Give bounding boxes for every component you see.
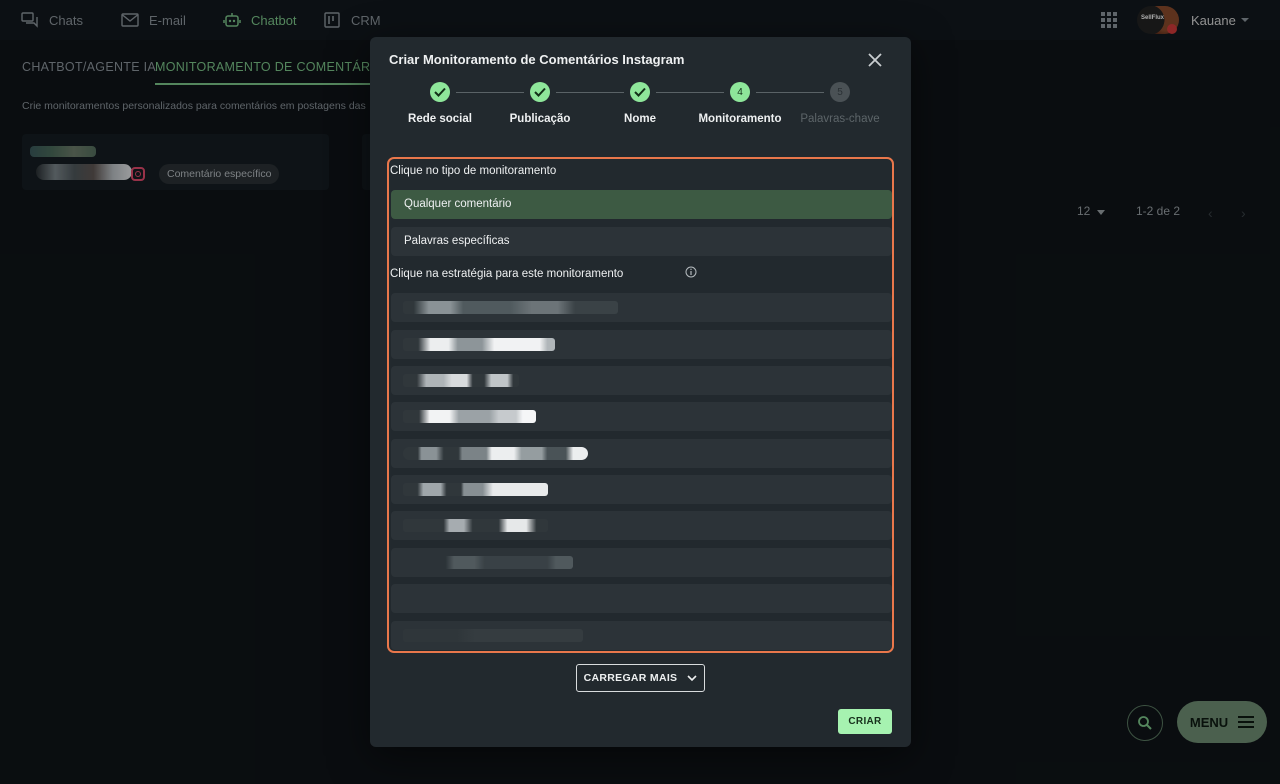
create-button[interactable]: CRIAR (838, 709, 892, 734)
strategy-item[interactable] (391, 293, 892, 322)
option-specific-words[interactable]: Palavras específicas (391, 227, 892, 256)
redacted-text (403, 410, 536, 423)
redacted-text (403, 447, 588, 460)
strategy-item[interactable] (391, 475, 892, 504)
redacted-text (403, 301, 618, 314)
redacted-text (403, 374, 519, 387)
strategy-item[interactable] (391, 330, 892, 359)
strategy-item[interactable] (391, 548, 892, 577)
strategy-item[interactable] (391, 621, 892, 650)
step-label: Palavras-chave (800, 113, 880, 125)
redacted-text (403, 483, 548, 496)
load-more-label: CARREGAR MAIS (583, 672, 678, 684)
dialog-title: Criar Monitoramento de Comentários Insta… (389, 52, 685, 67)
type-prompt: Clique no tipo de monitoramento (390, 165, 557, 177)
strategy-item[interactable] (391, 511, 892, 540)
redacted-text (403, 519, 548, 532)
close-icon[interactable] (866, 51, 884, 69)
step-number: 5 (830, 82, 850, 102)
strategy-item[interactable] (391, 402, 892, 431)
redacted-text (403, 629, 583, 642)
check-icon (630, 82, 650, 102)
strategy-item[interactable] (391, 366, 892, 395)
step-number: 4 (730, 82, 750, 102)
info-icon[interactable] (685, 266, 697, 278)
strategy-item[interactable] (391, 439, 892, 468)
chevron-down-icon (687, 674, 697, 681)
load-more-button[interactable]: CARREGAR MAIS (576, 664, 705, 692)
check-icon (530, 82, 550, 102)
create-monitoring-dialog: Criar Monitoramento de Comentários Insta… (370, 37, 911, 747)
redacted-text (403, 556, 573, 569)
check-icon (430, 82, 450, 102)
option-any-comment[interactable]: Qualquer comentário (391, 190, 892, 219)
step-palavras-chave: 5 Palavras-chave (780, 82, 900, 125)
strategy-prompt: Clique na estratégia para este monitoram… (390, 268, 624, 280)
strategy-item[interactable] (391, 584, 892, 613)
monitoring-options-panel: Clique no tipo de monitoramento Qualquer… (387, 157, 894, 653)
redacted-text (403, 338, 555, 351)
